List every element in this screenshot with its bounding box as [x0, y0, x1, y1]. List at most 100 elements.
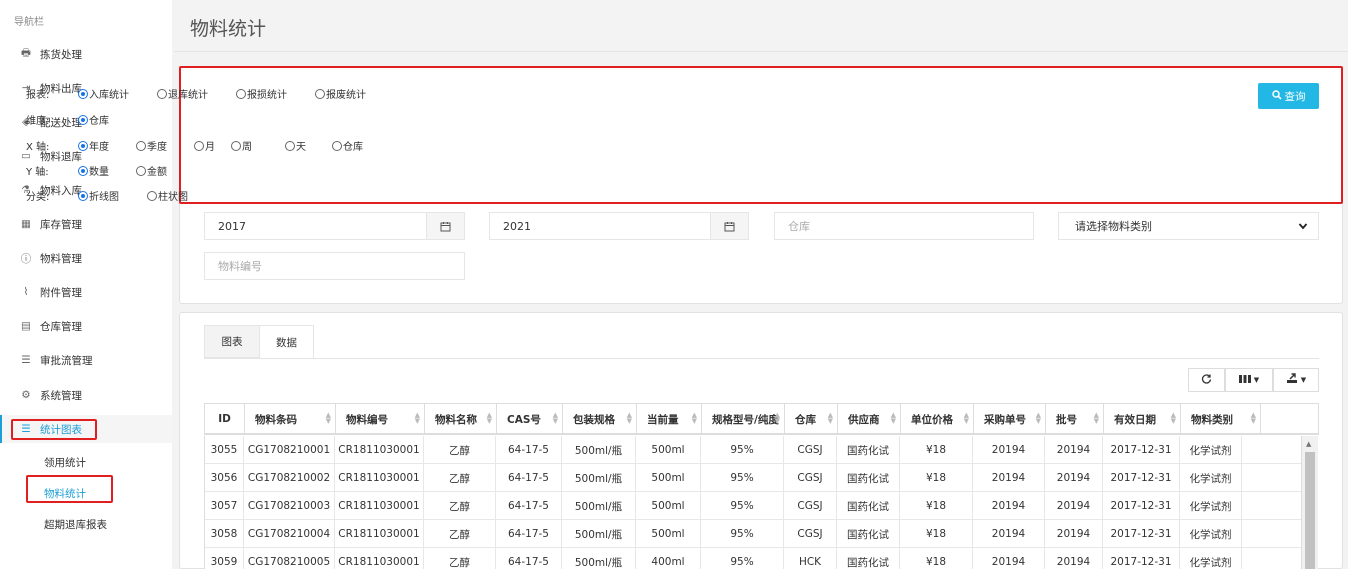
sort-icon[interactable]: ▲ ▼: [1036, 412, 1041, 425]
scroll-thumb[interactable]: [1305, 452, 1315, 569]
sort-icon[interactable]: ▲ ▼: [1251, 412, 1256, 425]
radio-button[interactable]: [194, 140, 204, 151]
radio-option-yaxis-0[interactable]: 数量: [78, 163, 136, 178]
radio-option-category-1[interactable]: 柱状图: [147, 188, 207, 203]
radio-button[interactable]: [78, 88, 88, 99]
radio-option-xaxis-3[interactable]: 周: [231, 138, 285, 153]
column-header[interactable]: ID: [205, 404, 245, 434]
radio-option-report-3[interactable]: 报废统计: [315, 86, 394, 101]
export-button[interactable]: ▼: [1273, 368, 1319, 392]
table-cell: CGSJ: [784, 492, 837, 520]
radio-option-report-2[interactable]: 报损统计: [236, 86, 315, 101]
radio-label: 报损统计: [247, 90, 287, 101]
subitem-overdue-return-report[interactable]: 超期退库报表: [44, 517, 107, 532]
radio-button[interactable]: [315, 88, 325, 99]
columns-button[interactable]: ▼: [1225, 368, 1273, 392]
column-header[interactable]: 有效日期 ▲ ▼: [1104, 404, 1181, 434]
end-year-input[interactable]: 2021: [489, 212, 749, 240]
table-cell: 2017-12-31: [1103, 492, 1180, 520]
column-header[interactable]: 当前量 ▲ ▼: [637, 404, 702, 434]
column-header[interactable]: 规格型号/纯度 ▲ ▼: [702, 404, 785, 434]
table-row[interactable]: 3059 CG1708210005 CR1811030001 乙醇 64-17-5 500…: [204, 548, 1301, 569]
sort-icon[interactable]: ▲ ▼: [627, 412, 632, 425]
tab-chart[interactable]: 图表: [204, 325, 260, 358]
sidebar-item-statistics[interactable]: ☰ 统计图表: [0, 415, 172, 443]
material-code-input[interactable]: 物料编号: [204, 252, 465, 280]
radio-button[interactable]: [231, 140, 241, 151]
sort-icon[interactable]: ▲ ▼: [415, 412, 420, 425]
calendar-icon[interactable]: [426, 213, 464, 239]
radio-button[interactable]: [136, 165, 146, 176]
filter-label-report: 报表:: [26, 90, 50, 101]
radio-option-report-1[interactable]: 退库统计: [157, 86, 236, 101]
radio-button[interactable]: [78, 114, 88, 125]
start-year-input[interactable]: 2017: [204, 212, 465, 240]
tab-data[interactable]: 数据: [259, 325, 314, 358]
radio-label: 周: [242, 142, 252, 153]
radio-option-xaxis-4[interactable]: 天: [285, 138, 332, 153]
sort-icon[interactable]: ▲ ▼: [692, 412, 697, 425]
column-header[interactable]: 批号 ▲ ▼: [1046, 404, 1104, 434]
calendar-icon[interactable]: [710, 213, 748, 239]
radio-option-xaxis-1[interactable]: 季度: [136, 138, 194, 153]
sidebar-item-inventory[interactable]: ▦ 库存管理: [0, 210, 172, 238]
table-scrollbar[interactable]: ▲: [1301, 436, 1318, 569]
sort-icon[interactable]: ▲ ▼: [1171, 412, 1176, 425]
scroll-up-icon[interactable]: ▲: [1306, 440, 1311, 448]
column-header[interactable]: 物料条码 ▲ ▼: [245, 404, 336, 434]
column-header[interactable]: 物料类别 ▲ ▼: [1181, 404, 1261, 434]
subitem-usage-stats[interactable]: 领用统计: [44, 455, 86, 470]
radio-button[interactable]: [78, 190, 88, 201]
material-type-select[interactable]: 请选择物料类别: [1058, 212, 1319, 240]
column-header[interactable]: 仓库 ▲ ▼: [785, 404, 838, 434]
sort-icon[interactable]: ▲ ▼: [828, 412, 833, 425]
column-header[interactable]: 采购单号 ▲ ▼: [974, 404, 1046, 434]
radio-button[interactable]: [136, 140, 146, 151]
radio-option-xaxis-2[interactable]: 月: [194, 138, 231, 153]
sort-icon[interactable]: ▲ ▼: [326, 412, 331, 425]
refresh-button[interactable]: [1188, 368, 1225, 392]
radio-button[interactable]: [147, 190, 157, 201]
radio-option-xaxis-5[interactable]: 仓库: [332, 138, 382, 153]
radio-button[interactable]: [78, 140, 88, 151]
column-header[interactable]: CAS号 ▲ ▼: [497, 404, 563, 434]
radio-button[interactable]: [332, 140, 342, 151]
sidebar-item-material-mgmt[interactable]: ⓘ 物料管理: [0, 244, 172, 272]
subitem-material-stats[interactable]: 物料统计: [44, 486, 86, 501]
table-row[interactable]: 3055 CG1708210001 CR1811030001 乙醇 64-17-5 500…: [204, 436, 1301, 464]
radio-button[interactable]: [236, 88, 246, 99]
table-row[interactable]: 3056 CG1708210002 CR1811030001 乙醇 64-17-5 500…: [204, 464, 1301, 492]
radio-option-dimension-0[interactable]: 仓库: [78, 112, 128, 127]
radio-button[interactable]: [78, 165, 88, 176]
radio-button[interactable]: [157, 88, 167, 99]
radio-button[interactable]: [285, 140, 295, 151]
column-header[interactable]: 物料编号 ▲ ▼: [336, 404, 425, 434]
sort-icon[interactable]: ▲ ▼: [964, 412, 969, 425]
sidebar-item-approval-flow[interactable]: ☰ 审批流管理: [0, 346, 172, 374]
query-button[interactable]: 查询: [1258, 83, 1319, 109]
radio-option-yaxis-1[interactable]: 金额: [136, 163, 186, 178]
column-header[interactable]: 供应商 ▲ ▼: [838, 404, 901, 434]
column-header[interactable]: 物料名称 ▲ ▼: [425, 404, 497, 434]
warehouse-input[interactable]: 仓库: [774, 212, 1034, 240]
radio-option-xaxis-0[interactable]: 年度: [78, 138, 136, 153]
sidebar-item-system[interactable]: ⚙ 系统管理: [0, 381, 172, 409]
table-row[interactable]: 3058 CG1708210004 CR1811030001 乙醇 64-17-5 500…: [204, 520, 1301, 548]
sidebar-item-attachment[interactable]: ⌇ 附件管理: [0, 278, 172, 306]
sort-icon[interactable]: ▲ ▼: [1094, 412, 1099, 425]
column-header[interactable]: 包装规格 ▲ ▼: [563, 404, 637, 434]
radio-label: 仓库: [89, 116, 109, 127]
sort-icon[interactable]: ▲ ▼: [891, 412, 896, 425]
radio-label: 入库统计: [89, 90, 129, 101]
column-header[interactable]: 单位价格 ▲ ▼: [901, 404, 974, 434]
sort-icon[interactable]: ▲ ▼: [775, 412, 780, 425]
sidebar-item-picking[interactable]: 🖶 拣货处理: [0, 40, 172, 68]
table-cell: ¥18: [900, 548, 973, 569]
table-row[interactable]: 3057 CG1708210003 CR1811030001 乙醇 64-17-5 500…: [204, 492, 1301, 520]
sort-icon[interactable]: ▲ ▼: [487, 412, 492, 425]
table-cell: CGSJ: [784, 520, 837, 548]
sidebar-item-warehouse[interactable]: ▤ 仓库管理: [0, 312, 172, 340]
sort-icon[interactable]: ▲ ▼: [553, 412, 558, 425]
radio-option-report-0[interactable]: 入库统计: [78, 86, 157, 101]
radio-option-category-0[interactable]: 折线图: [78, 188, 147, 203]
